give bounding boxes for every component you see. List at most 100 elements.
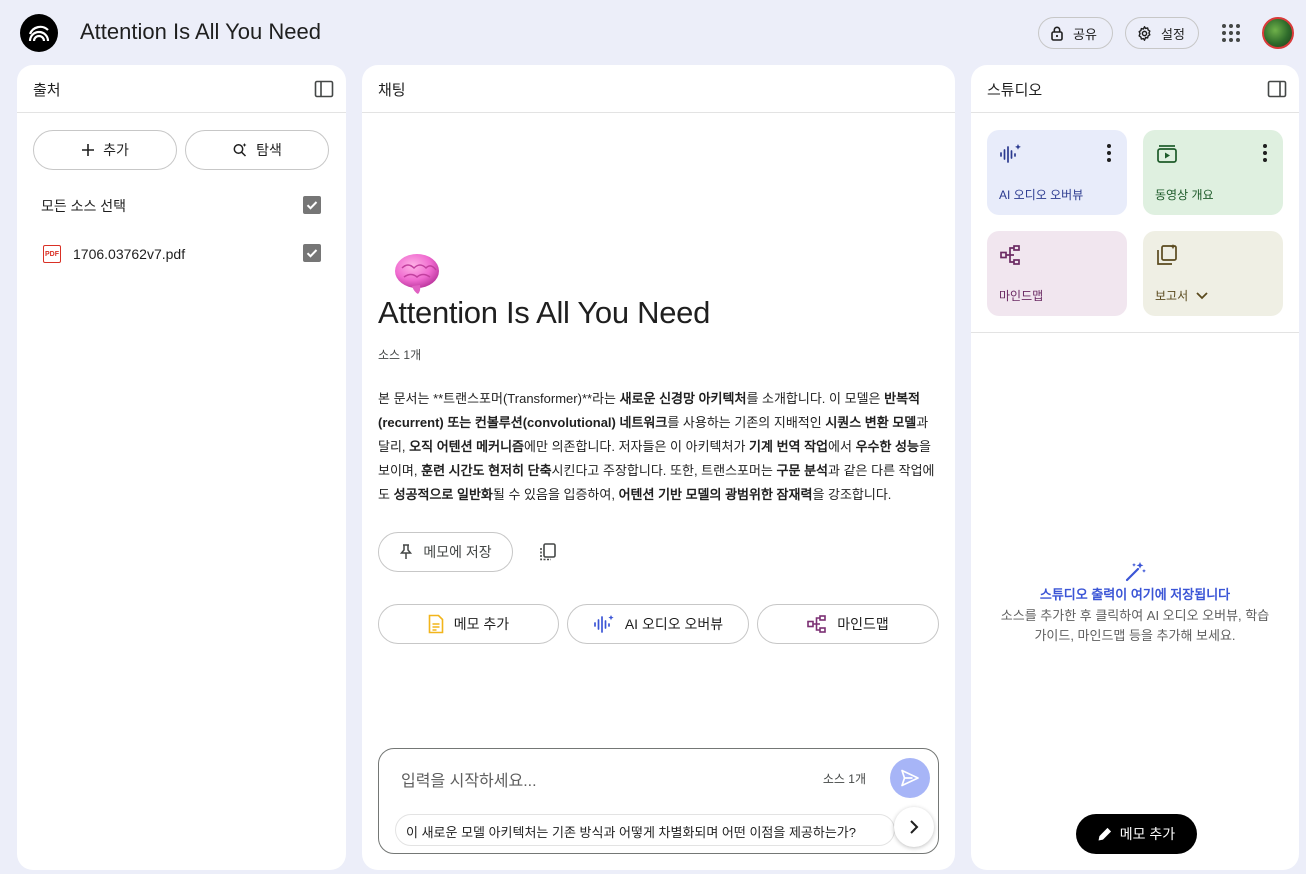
select-all-label: 모든 소스 선택 <box>41 198 127 214</box>
chat-panel: 채팅 Attention Is All You Need 소스 1개 본 문서는… <box>362 65 955 870</box>
source-item[interactable]: PDF 1706.03762v7.pdf <box>41 242 321 266</box>
source-file-name: 1706.03762v7.pdf <box>73 246 186 262</box>
check-icon <box>306 249 318 258</box>
audio-overview-tile[interactable]: AI 오디오 오버뷰 <box>987 130 1127 215</box>
audio-tile-label: AI 오디오 오버뷰 <box>999 188 1084 202</box>
notebook-title[interactable]: Attention Is All You Need <box>80 19 321 45</box>
studio-empty-state: 스튜디오 출력이 여기에 저장됩니다 소스를 추가한 후 클릭하여 AI 오디오… <box>971 560 1299 646</box>
studio-title: 스튜디오 <box>987 82 1043 99</box>
add-source-button[interactable]: 추가 <box>33 130 177 170</box>
pdf-icon: PDF <box>43 245 61 263</box>
summary-bold-segment: 구문 분석 <box>776 463 828 478</box>
studio-divider <box>971 332 1299 333</box>
chevron-right-icon <box>910 820 919 834</box>
studio-empty-description: 소스를 추가한 후 클릭하여 AI 오디오 오버뷰, 학습 가이드, 마인드맵 … <box>1000 608 1270 643</box>
audio-waveform-icon <box>1000 144 1021 163</box>
summary-segment: 에서 <box>828 439 856 454</box>
source-checkbox[interactable] <box>303 244 321 262</box>
sources-title: 출처 <box>33 82 61 99</box>
add-source-label: 추가 <box>103 142 129 158</box>
select-all-checkbox[interactable] <box>303 196 321 214</box>
studio-add-memo-label: 메모 추가 <box>1119 826 1176 842</box>
summary-segment: 시킨다고 주장합니다. 또한, 트랜스포머는 <box>551 463 777 478</box>
chevron-down-icon[interactable] <box>1196 291 1208 300</box>
summary-bold-segment: 기계 번역 작업 <box>749 439 829 454</box>
mindmap-button[interactable]: 마인드맵 <box>757 604 939 644</box>
mindmap-icon <box>1000 245 1020 265</box>
sources-header: 출처 <box>17 65 346 113</box>
mindmap-tile[interactable]: 마인드맵 <box>987 231 1127 316</box>
chat-header: 채팅 <box>362 65 955 113</box>
summary-bold-segment: 오직 어텐션 메커니즘 <box>409 439 525 454</box>
send-icon <box>901 769 919 787</box>
mindmap-label: 마인드맵 <box>837 616 889 632</box>
collapse-left-panel-icon[interactable] <box>314 79 334 99</box>
report-tile[interactable]: 보고서 <box>1143 231 1283 316</box>
select-all-sources-row[interactable]: 모든 소스 선택 <box>41 194 321 218</box>
copy-icon[interactable] <box>538 542 558 562</box>
studio-empty-title: 스튜디오 출력이 여기에 저장됩니다 <box>1039 587 1231 602</box>
audio-overview-button[interactable]: AI 오디오 오버뷰 <box>567 604 749 644</box>
search-sparkle-icon <box>233 143 247 157</box>
more-vert-icon[interactable] <box>1263 144 1267 162</box>
summary-bold-segment: 우수한 성능 <box>855 439 919 454</box>
summary-segment: 을 강조합니다. <box>812 487 892 502</box>
add-memo-label: 메모 추가 <box>453 616 510 632</box>
report-copy-icon <box>1157 244 1177 265</box>
chat-input-box[interactable]: 입력을 시작하세요... 소스 1개 이 새로운 모델 아키텍처는 기존 방식과… <box>378 748 939 854</box>
magic-wand-icon <box>1125 562 1146 582</box>
summary-bold-segment: 시퀀스 변환 모델 <box>825 415 917 430</box>
send-button[interactable] <box>890 758 930 798</box>
summary-bold-segment: 성공적으로 일반화 <box>393 487 493 502</box>
video-overview-tile[interactable]: 동영상 개요 <box>1143 130 1283 215</box>
chat-input[interactable]: 입력을 시작하세요... <box>401 767 537 791</box>
top-header: Attention Is All You Need 공유 설정 <box>0 0 1306 64</box>
mindmap-icon <box>807 615 827 633</box>
document-title: Attention Is All You Need <box>378 295 711 330</box>
summary-bold-segment: 어텐션 기반 모델의 광범위한 잠재력 <box>618 487 813 502</box>
brain-emoji-icon <box>395 254 439 294</box>
summary-segment: 를 사용하는 기존의 지배적인 <box>667 415 826 430</box>
pin-icon <box>400 544 413 559</box>
suggested-question[interactable]: 이 새로운 모델 아키텍처는 기존 방식과 어떻게 차별화되며 어떤 이점을 제… <box>395 814 895 846</box>
summary-segment: 될 수 있음을 입증하여, <box>492 487 619 502</box>
studio-header: 스튜디오 <box>971 65 1299 113</box>
notebook-logo-icon <box>28 25 50 42</box>
report-tile-label: 보고서 <box>1155 287 1208 304</box>
summary-segment: 를 소개합니다. 이 모델은 <box>746 391 885 406</box>
notebook-summary: 본 문서는 **트랜스포머(Transformer)**라는 새로운 신경망 아… <box>378 387 938 507</box>
apps-grid-icon[interactable] <box>1221 23 1241 43</box>
note-icon <box>428 614 444 634</box>
audio-waveform-icon <box>593 615 614 633</box>
summary-bold-segment: 새로운 신경망 아키텍처 <box>619 391 747 406</box>
input-source-count: 소스 1개 <box>822 772 866 786</box>
more-vert-icon[interactable] <box>1107 144 1111 162</box>
next-suggestion-button[interactable] <box>894 807 934 847</box>
summary-segment: 에만 의존합니다. 저자들은 이 아키텍처가 <box>524 439 750 454</box>
lock-icon <box>1051 26 1063 41</box>
discover-sources-button[interactable]: 탐색 <box>185 130 329 170</box>
pencil-icon <box>1098 827 1111 841</box>
mindmap-tile-label: 마인드맵 <box>999 289 1044 303</box>
save-to-memo-button[interactable]: 메모에 저장 <box>378 532 513 572</box>
studio-panel: 스튜디오 AI 오디오 오버뷰 동영상 개요 마인드맵 보고서 스튜디오 출력이… <box>971 65 1299 870</box>
collapse-right-panel-icon[interactable] <box>1267 79 1287 99</box>
summary-segment: 본 문서는 **트랜스포머(Transformer)**라는 <box>378 391 620 406</box>
share-button[interactable]: 공유 <box>1038 17 1113 49</box>
save-memo-label: 메모에 저장 <box>423 544 492 560</box>
add-memo-button[interactable]: 메모 추가 <box>378 604 559 644</box>
app-logo[interactable] <box>20 14 58 52</box>
settings-label: 설정 <box>1161 26 1185 42</box>
share-label: 공유 <box>1073 26 1097 42</box>
check-icon <box>306 201 318 210</box>
source-count: 소스 1개 <box>378 348 422 362</box>
settings-button[interactable]: 설정 <box>1125 17 1199 49</box>
video-tile-label: 동영상 개요 <box>1155 188 1214 202</box>
summary-bold-segment: 훈련 시간도 현저히 단축 <box>421 463 552 478</box>
plus-icon <box>82 144 95 156</box>
studio-add-memo-button[interactable]: 메모 추가 <box>1076 814 1197 854</box>
user-avatar[interactable] <box>1262 17 1294 49</box>
video-play-icon <box>1157 145 1177 163</box>
report-label-text: 보고서 <box>1155 289 1189 303</box>
chat-title: 채팅 <box>378 82 406 99</box>
